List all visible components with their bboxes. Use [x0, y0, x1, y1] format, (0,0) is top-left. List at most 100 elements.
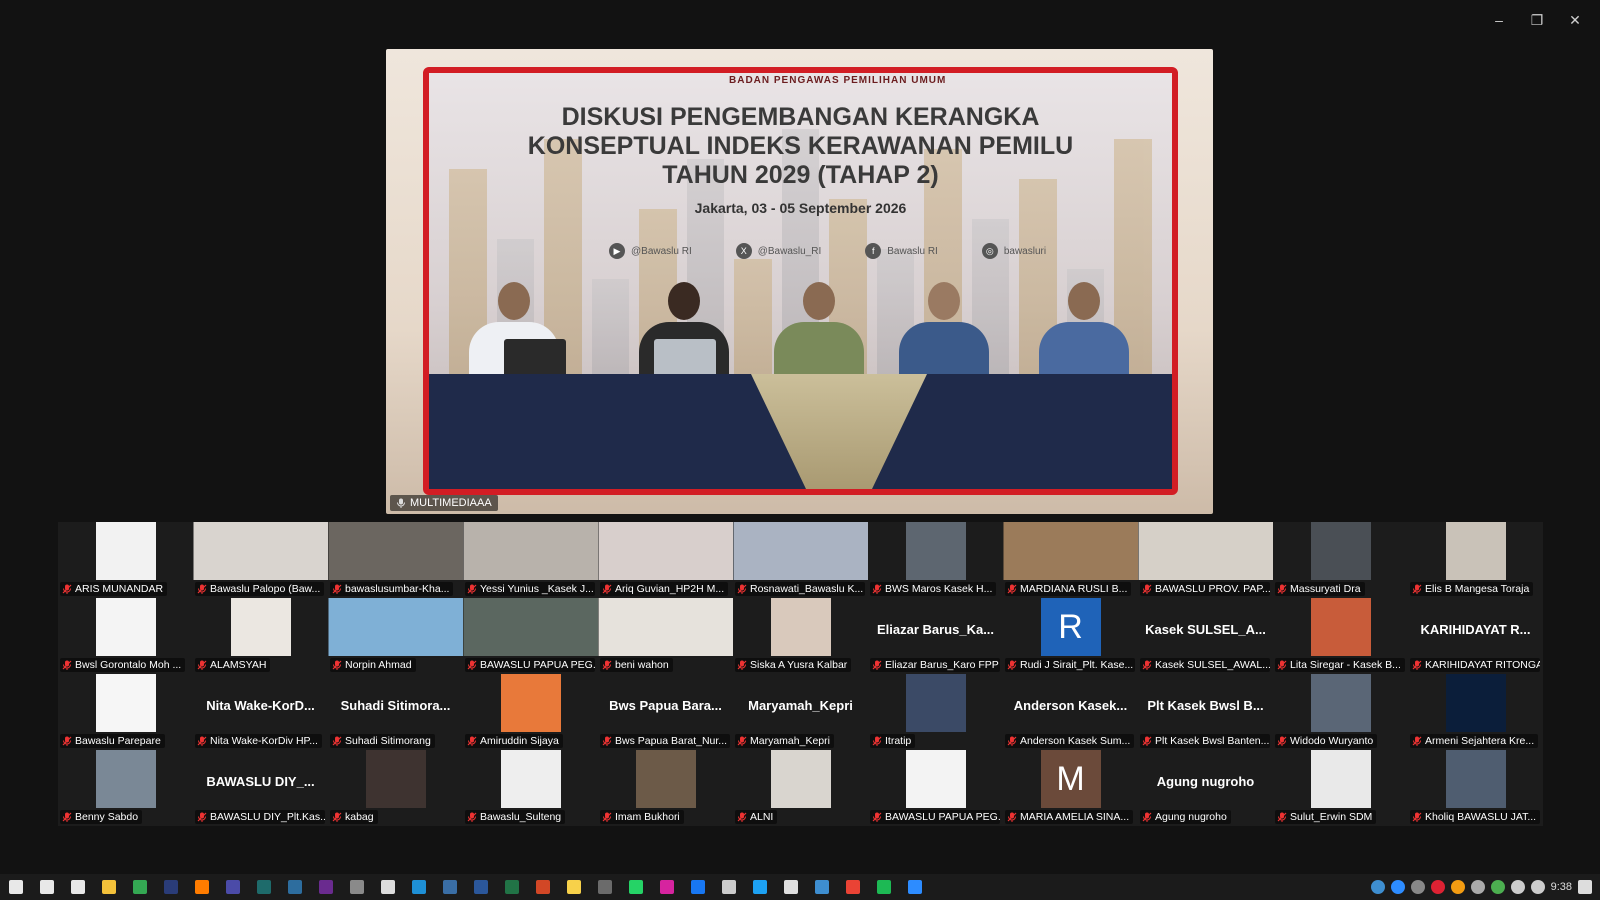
participant-tile[interactable]: Benny Sabdo	[58, 750, 193, 826]
participant-tile[interactable]: Siska A Yusra Kalbar	[733, 598, 868, 674]
taskbar-after-effects-button[interactable]	[217, 874, 248, 900]
participant-tile[interactable]: BWS Maros Kasek H...	[868, 522, 1003, 598]
participant-tile[interactable]: bawaslusumbar-Kha...	[328, 522, 463, 598]
participant-tile[interactable]: ARIS MUNANDAR	[58, 522, 193, 598]
tray-chrome-icon[interactable]	[1450, 880, 1465, 894]
tray-usb-icon[interactable]	[1470, 880, 1485, 894]
youtube-icon: ▶	[609, 243, 625, 259]
taskbar-excel-button[interactable]	[496, 874, 527, 900]
participant-tile[interactable]: R Rudi J Sirait_Plt. Kase...	[1003, 598, 1138, 674]
participant-tile[interactable]: kabag	[328, 750, 463, 826]
participant-tile[interactable]: Armeni Sejahtera Kre...	[1408, 674, 1543, 750]
participant-tile[interactable]: Massuryati Dra	[1273, 522, 1408, 598]
taskbar-illustrator-button[interactable]	[186, 874, 217, 900]
tray-zoom-icon[interactable]	[1390, 880, 1405, 894]
participant-tile[interactable]: Bwsl Gorontalo Moh ...	[58, 598, 193, 674]
taskbar-lightroom-button[interactable]	[279, 874, 310, 900]
tray-network-icon[interactable]	[1410, 880, 1425, 894]
tray-sync-icon[interactable]	[1490, 880, 1505, 894]
taskbar-photoshop-button[interactable]	[155, 874, 186, 900]
wifi-icon[interactable]	[1510, 880, 1525, 894]
participant-tile[interactable]: BAWASLU PAPUA PEG...	[463, 598, 598, 674]
taskbar-windows-start-button[interactable]	[0, 874, 31, 900]
taskbar-task-view-button[interactable]	[62, 874, 93, 900]
participant-tile[interactable]: Lita Siregar - Kasek B...	[1273, 598, 1408, 674]
participant-name: Armeni Sejahtera Kre...	[1425, 735, 1535, 747]
taskbar-store-button[interactable]	[837, 874, 868, 900]
taskbar-file-explorer-button[interactable]	[93, 874, 124, 900]
participant-tile[interactable]: Sulut_Erwin SDM	[1273, 750, 1408, 826]
taskbar-inkscape-button[interactable]	[341, 874, 372, 900]
participant-tile[interactable]: Suhadi Sitimora... Suhadi Sitimorang	[328, 674, 463, 750]
participant-name: Massuryati Dra	[1290, 583, 1361, 595]
muted-mic-icon	[1142, 660, 1152, 670]
taskbar-twitter-button[interactable]	[744, 874, 775, 900]
taskbar-tiktok-button[interactable]	[775, 874, 806, 900]
participant-tile[interactable]: ALAMSYAH	[193, 598, 328, 674]
taskbar-spotify-button[interactable]	[868, 874, 899, 900]
participant-video	[463, 598, 598, 656]
participant-tile[interactable]: beni wahon	[598, 598, 733, 674]
taskbar-notes-button[interactable]	[372, 874, 403, 900]
restore-button[interactable]: ❐	[1522, 10, 1552, 30]
participant-label: Lita Siregar - Kasek B...	[1275, 658, 1405, 672]
participant-tile[interactable]: Bawaslu Palopo (Baw...	[193, 522, 328, 598]
participant-tile[interactable]: Yessi Yunius _Kasek J...	[463, 522, 598, 598]
minimize-button[interactable]: –	[1484, 10, 1514, 30]
participant-tile[interactable]: Agung nugroho Agung nugroho	[1138, 750, 1273, 826]
volume-icon[interactable]	[1530, 880, 1545, 894]
participant-tile[interactable]: Kasek SULSEL_A... Kasek SULSEL_AWAL...	[1138, 598, 1273, 674]
taskbar-zoom-button[interactable]	[899, 874, 930, 900]
taskbar-instagram-button[interactable]	[651, 874, 682, 900]
participant-tile[interactable]: MARDIANA RUSLI B...	[1003, 522, 1138, 598]
taskbar-threads-button[interactable]	[713, 874, 744, 900]
participant-name: Rudi J Sirait_Plt. Kase...	[1020, 659, 1134, 671]
participant-tile[interactable]: Eliazar Barus_Ka... Eliazar Barus_Karo FP…	[868, 598, 1003, 674]
active-speaker-video[interactable]: BADAN PENGAWAS PEMILIHAN UMUM DISKUSI PE…	[386, 49, 1213, 514]
taskbar-audition-button[interactable]	[248, 874, 279, 900]
participant-tile[interactable]: Elis B Mangesa Toraja	[1408, 522, 1543, 598]
taskbar-chrome-button[interactable]	[124, 874, 155, 900]
participant-tile[interactable]: Maryamah_Kepri Maryamah_Kepri	[733, 674, 868, 750]
close-button[interactable]: ✕	[1560, 10, 1590, 30]
taskbar-facebook-button[interactable]	[682, 874, 713, 900]
participant-tile[interactable]: Amiruddin Sijaya	[463, 674, 598, 750]
taskbar-calculator-button[interactable]	[589, 874, 620, 900]
taskbar-edge-button[interactable]	[403, 874, 434, 900]
taskbar-search-button[interactable]	[31, 874, 62, 900]
participant-tile[interactable]: Imam Bukhori	[598, 750, 733, 826]
tray-adobe-icon[interactable]	[1430, 880, 1445, 894]
taskbar-whatsapp-button[interactable]	[620, 874, 651, 900]
participant-tile[interactable]: Widodo Wuryanto	[1273, 674, 1408, 750]
participant-tile[interactable]: BAWASLU PAPUA PEG...	[868, 750, 1003, 826]
participant-tile[interactable]: Ariq Guvian_HP2H M...	[598, 522, 733, 598]
taskbar-powerpoint-button[interactable]	[527, 874, 558, 900]
participant-tile[interactable]: Plt Kasek Bwsl B... Plt Kasek Bwsl Banten…	[1138, 674, 1273, 750]
participant-tile[interactable]: BAWASLU PROV. PAP...	[1138, 522, 1273, 598]
notifications-icon[interactable]	[1578, 880, 1592, 894]
participant-tile[interactable]: Bws Papua Bara... Bws Papua Barat_Nur...	[598, 674, 733, 750]
social-x: X @Bawaslu_RI	[735, 243, 821, 259]
participant-tile[interactable]: Itratip	[868, 674, 1003, 750]
participant-tile[interactable]: Kholiq BAWASLU JAT...	[1408, 750, 1543, 826]
taskbar-terminal-button[interactable]	[434, 874, 465, 900]
panelist	[899, 282, 989, 380]
participant-tile[interactable]: M MARIA AMELIA SINA...	[1003, 750, 1138, 826]
taskbar-premiere-button[interactable]	[310, 874, 341, 900]
muted-mic-icon	[1412, 812, 1422, 822]
taskbar-sticky-notes-button[interactable]	[558, 874, 589, 900]
taskbar-clock[interactable]: 9:38	[1551, 881, 1572, 893]
taskbar-word-button[interactable]	[465, 874, 496, 900]
participant-tile[interactable]: ALNI	[733, 750, 868, 826]
participant-tile[interactable]: KARIHIDAYAT R... KARIHIDAYAT RITONGA	[1408, 598, 1543, 674]
participant-tile[interactable]: Norpin Ahmad	[328, 598, 463, 674]
participant-tile[interactable]: Nita Wake-KorD... Nita Wake-KorDiv HP...	[193, 674, 328, 750]
participant-tile[interactable]: Bawaslu_Sulteng	[463, 750, 598, 826]
participant-tile[interactable]: Rosnawati_Bawaslu K...	[733, 522, 868, 598]
participant-tile[interactable]: Bawaslu Parepare	[58, 674, 193, 750]
participant-tile[interactable]: Anderson Kasek... Anderson Kasek Sum...	[1003, 674, 1138, 750]
taskbar-photos-button[interactable]	[806, 874, 837, 900]
participant-tile[interactable]: BAWASLU DIY_... BAWASLU DIY_Plt.Kas...	[193, 750, 328, 826]
participant-name: Widodo Wuryanto	[1290, 735, 1374, 747]
tray-app-icon[interactable]	[1370, 880, 1385, 894]
